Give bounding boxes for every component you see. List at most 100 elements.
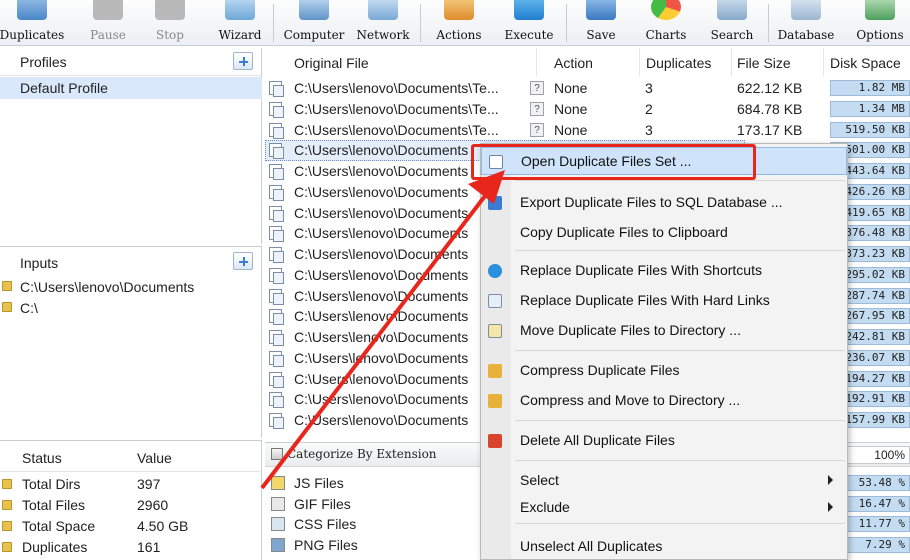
shortcut-icon: [488, 264, 502, 278]
file-size: 622.12 KB: [737, 80, 803, 96]
execute-button[interactable]: Execute: [497, 0, 561, 46]
add-input-button[interactable]: [233, 252, 253, 270]
file-icon: [269, 371, 284, 388]
disk-space: 1.34 MB: [830, 100, 910, 117]
file-icon: [269, 101, 284, 118]
col-file-size[interactable]: File Size: [732, 48, 824, 76]
wizard-button[interactable]: Wizard: [212, 0, 268, 46]
search-button[interactable]: Search: [702, 0, 762, 46]
value-col-header: Value: [137, 450, 172, 466]
submenu-arrow-icon: [828, 502, 833, 512]
menu-item-delete-all-duplicate-files[interactable]: Delete All Duplicate Files: [481, 427, 847, 455]
status-row: Total Files 2960: [0, 495, 262, 516]
menu-item-replace-duplicate-files-with-shortcuts[interactable]: Replace Duplicate Files With Shortcuts: [481, 257, 847, 285]
profile-item-label: Default Profile: [20, 80, 108, 96]
toolbar-separator: [768, 4, 769, 42]
menu-item-replace-duplicate-files-with-hard-links[interactable]: Replace Duplicate Files With Hard Links: [481, 287, 847, 315]
file-icon: [269, 392, 284, 409]
toolbar-separator: [566, 4, 567, 42]
file-path: C:\Users\lenovo\Documents: [294, 308, 469, 325]
file-type-icon: [271, 517, 285, 531]
actions-button[interactable]: Actions: [428, 0, 490, 46]
file-action: None: [554, 121, 588, 138]
category-name: PNG Files: [294, 536, 358, 553]
file-icon: [269, 143, 284, 160]
disk-space: 1.82 MB: [830, 80, 910, 96]
col-original-file[interactable]: Original File: [265, 48, 537, 76]
charts-button[interactable]: Charts: [636, 0, 696, 46]
category-title[interactable]: Categorize By Extension: [287, 447, 437, 461]
input-item[interactable]: C:\Users\lenovo\Documents: [0, 277, 262, 297]
actions-icon: [444, 0, 474, 20]
status-label: Duplicates: [22, 539, 88, 555]
menu-item-label: Exclude: [520, 499, 570, 515]
menu-separator: [515, 180, 845, 181]
file-path: C:\Users\lenovo\Documents: [294, 225, 469, 242]
profiles-title: Profiles: [20, 54, 67, 70]
col-duplicates[interactable]: Duplicates: [640, 48, 732, 76]
action-help-icon[interactable]: ?: [530, 81, 544, 95]
file-icon: [269, 267, 284, 284]
menu-item-label: Compress and Move to Directory ...: [520, 392, 741, 408]
menu-item-export-duplicate-files-to-sql-database[interactable]: Export Duplicate Files to SQL Database .…: [481, 189, 847, 217]
status-row: Total Space 4.50 GB: [0, 516, 262, 537]
duplicates-button[interactable]: Duplicates: [0, 0, 72, 46]
stop-button[interactable]: Stop: [142, 0, 198, 46]
status-value: 161: [137, 539, 161, 555]
table-row[interactable]: C:\Users\lenovo\Documents\Te...? None 3 622…: [265, 78, 910, 99]
toolbar: Duplicates Pause Stop Wizard Computer Ne…: [0, 0, 910, 46]
file-path: C:\Users\lenovo\Documents: [294, 266, 469, 283]
file-icon: [269, 184, 284, 201]
action-help-icon[interactable]: ?: [530, 122, 544, 137]
col-action[interactable]: Action: [547, 48, 640, 76]
file-path: C:\Users\lenovo\Documents: [294, 142, 469, 159]
status-value: 4.50 GB: [137, 518, 189, 534]
duplicate-count: 3: [645, 80, 653, 96]
add-profile-button[interactable]: [233, 52, 253, 70]
folder-icon: [2, 302, 12, 312]
compress-move-icon: [488, 394, 502, 408]
file-path: C:\Users\lenovo\Documents: [294, 287, 469, 304]
options-icon: [865, 0, 895, 20]
status-label: Total Dirs: [22, 476, 81, 492]
options-button[interactable]: Options: [848, 0, 910, 46]
menu-item-unselect-all-duplicates[interactable]: Unselect All Duplicates: [481, 533, 847, 560]
computer-button[interactable]: Computer: [280, 0, 348, 46]
menu-item-compress-duplicate-files[interactable]: Compress Duplicate Files: [481, 357, 847, 385]
inputs-title: Inputs: [20, 255, 59, 271]
context-menu: Open Duplicate Files Set ... Export Dupli…: [480, 143, 848, 560]
network-button[interactable]: Network: [353, 0, 413, 46]
menu-item-label: Delete All Duplicate Files: [520, 432, 675, 448]
menu-item-label: Export Duplicate Files to SQL Database .…: [520, 194, 783, 210]
profiles-header: Profiles: [0, 48, 261, 76]
menu-item-copy-duplicate-files-to-clipboard[interactable]: Copy Duplicate Files to Clipboard: [481, 219, 847, 247]
move-icon: [488, 324, 502, 338]
menu-item-compress-and-move-to-directory[interactable]: Compress and Move to Directory ...: [481, 387, 847, 415]
status-value: 2960: [137, 497, 169, 513]
col-disk-space[interactable]: Disk Space: [824, 48, 910, 76]
status-icon: [2, 479, 12, 489]
menu-item-exclude[interactable]: Exclude: [481, 494, 847, 522]
inputs-panel: Inputs C:\Users\lenovo\Documents C:\: [0, 246, 262, 438]
file-type-icon: [271, 476, 285, 490]
file-path: C:\Users\lenovo\Documents: [294, 246, 469, 262]
menu-item-label: Replace Duplicate Files With Shortcuts: [520, 262, 762, 278]
save-button[interactable]: Save: [573, 0, 629, 46]
profile-item[interactable]: Default Profile: [0, 77, 262, 99]
pause-button[interactable]: Pause: [80, 0, 136, 46]
disk-space: 519.50 KB: [830, 121, 910, 138]
execute-icon: [514, 0, 544, 20]
action-help-icon[interactable]: ?: [530, 101, 544, 116]
table-row[interactable]: C:\Users\lenovo\Documents\Te...? None 2 684…: [265, 99, 910, 120]
status-panel: Status Value Total Dirs 397 Total Files …: [0, 440, 262, 560]
table-row[interactable]: C:\Users\lenovo\Documents\Te...? None 3 173…: [265, 120, 910, 141]
file-action: None: [554, 80, 588, 96]
file-icon: [269, 205, 284, 222]
highlight-box: [471, 144, 756, 180]
export-sql-icon: [488, 196, 502, 210]
menu-item-select[interactable]: Select: [481, 467, 847, 495]
database-button[interactable]: Database: [774, 0, 838, 46]
file-path: C:\Users\lenovo\Documents\Te...: [294, 121, 499, 138]
menu-item-move-duplicate-files-to-directory[interactable]: Move Duplicate Files to Directory ...: [481, 317, 847, 345]
input-item[interactable]: C:\: [0, 298, 262, 318]
